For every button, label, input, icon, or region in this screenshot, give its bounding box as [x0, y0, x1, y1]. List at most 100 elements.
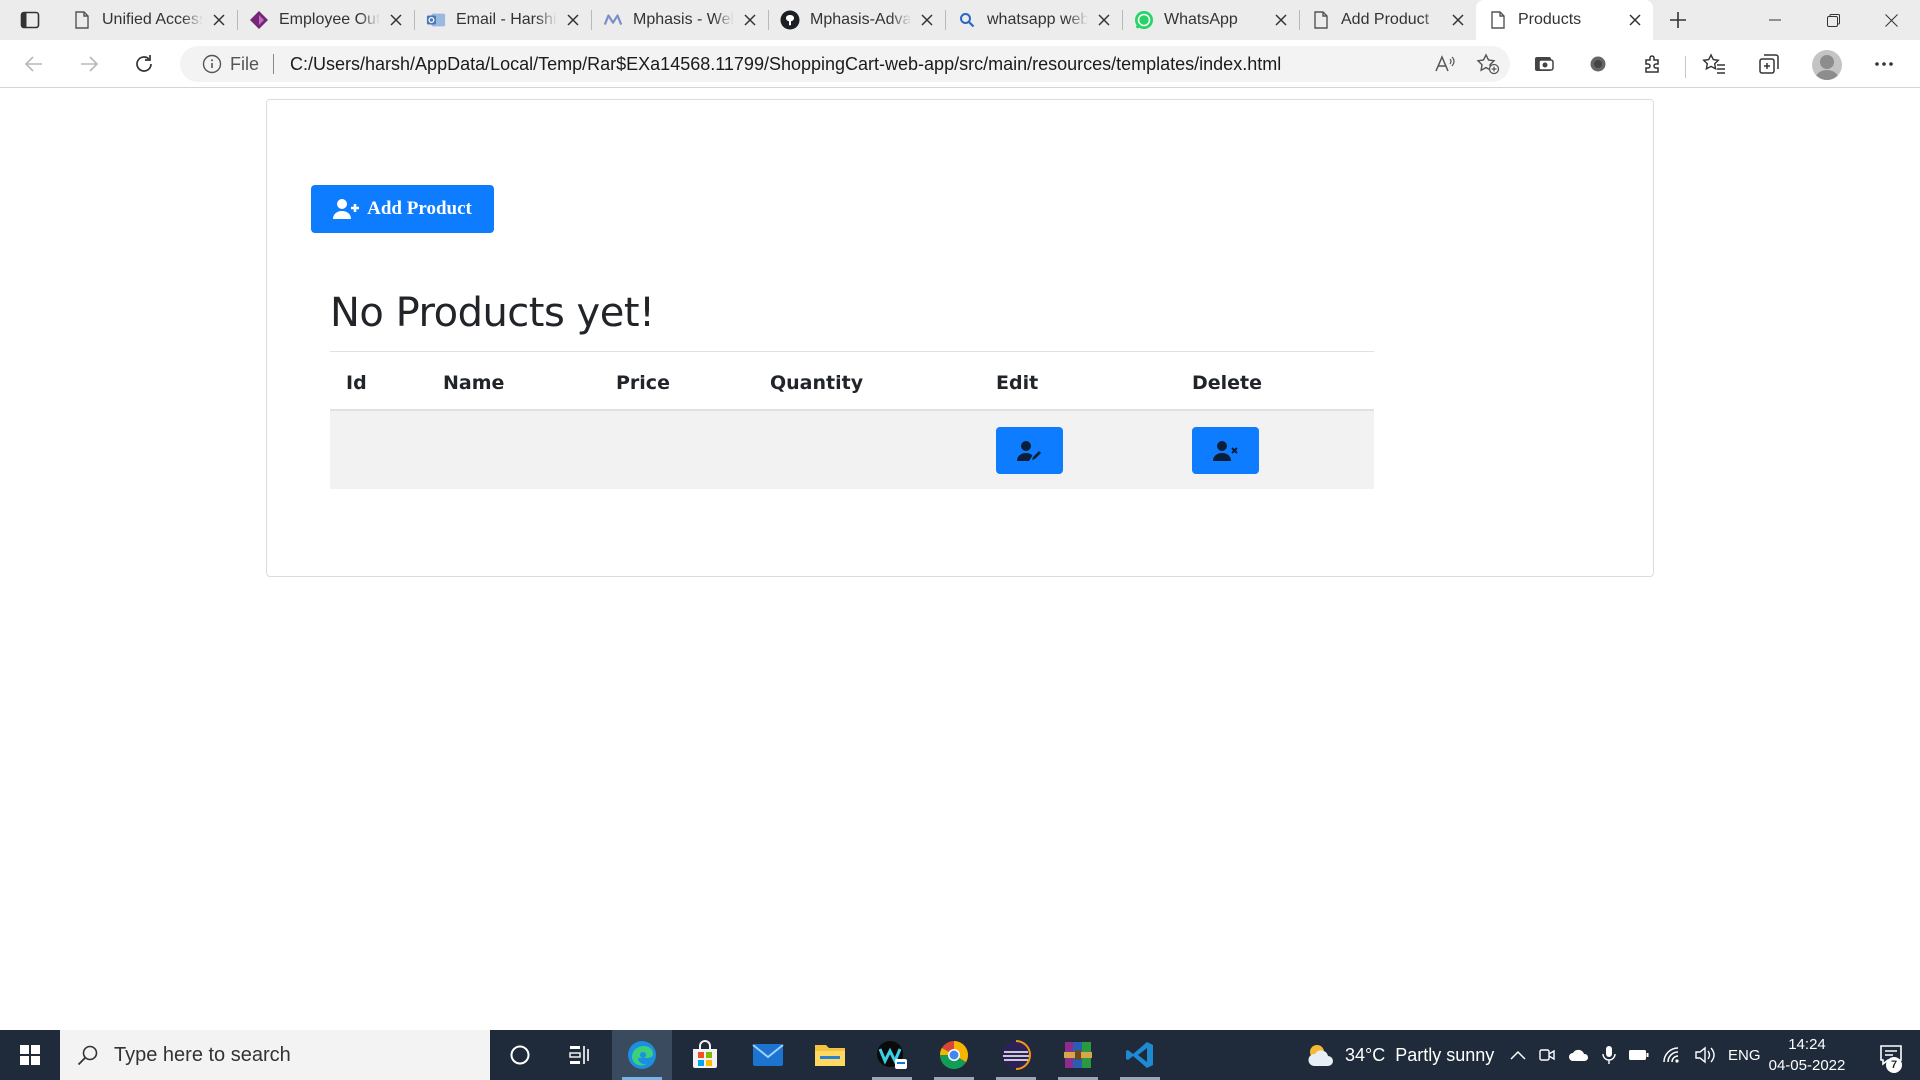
input-language[interactable]: ENG [1728, 1047, 1761, 1064]
profile-avatar[interactable] [1812, 50, 1842, 80]
table-header: Id Name Price Quantity Edit Delete [330, 351, 1374, 411]
add-product-button[interactable]: Add Product [311, 185, 494, 233]
close-icon[interactable] [386, 10, 406, 30]
task-view-icon [569, 1046, 589, 1064]
partly-sunny-icon [1308, 1045, 1333, 1066]
chevron-up-icon[interactable] [1510, 1050, 1526, 1060]
tab-add-product[interactable]: Add Product [1299, 0, 1476, 40]
user-delete-icon [1212, 440, 1238, 461]
microphone-icon[interactable] [1602, 1045, 1616, 1065]
column-header-name: Name [443, 372, 505, 394]
windows-logo-icon [20, 1045, 40, 1065]
address-url[interactable]: C:/Users/harsh/AppData/Local/Temp/Rar$EX… [290, 54, 1281, 75]
search-icon [957, 10, 977, 30]
tab-products[interactable]: Products [1476, 0, 1653, 40]
taskbar-winrar[interactable] [1048, 1030, 1108, 1080]
taskbar-webex[interactable] [862, 1030, 922, 1080]
forward-arrow-icon [81, 56, 99, 72]
taskbar-file-explorer[interactable] [800, 1030, 860, 1080]
read-aloud-icon[interactable] [1434, 54, 1456, 74]
close-icon[interactable] [209, 10, 229, 30]
info-icon[interactable] [202, 54, 222, 74]
start-button[interactable] [0, 1030, 60, 1080]
edit-button[interactable] [996, 427, 1063, 474]
tab-list: Unified Access Employee Out Email - Hars… [60, 0, 1653, 40]
plus-icon [1670, 12, 1686, 28]
taskbar-search-box[interactable]: Type here to search [60, 1030, 490, 1080]
close-icon[interactable] [740, 10, 760, 30]
tab-title: Mphasis-Adva [810, 11, 911, 28]
close-icon[interactable] [917, 10, 937, 30]
products-table: Id Name Price Quantity Edit Delete [330, 351, 1374, 489]
tab-github[interactable]: Mphasis-Adva [768, 0, 945, 40]
tab-whatsapp[interactable]: WhatsApp [1122, 0, 1299, 40]
tab-actions-button[interactable] [0, 0, 60, 40]
outlook-icon [426, 10, 446, 30]
tab-unified-access[interactable]: Unified Access [60, 0, 237, 40]
new-tab-button[interactable] [1653, 0, 1703, 40]
weather-widget[interactable]: 34°C Partly sunny [1305, 1030, 1494, 1080]
taskbar-vscode[interactable] [1110, 1030, 1170, 1080]
onedrive-cloud-icon[interactable] [1568, 1047, 1590, 1063]
volume-icon[interactable] [1694, 1046, 1716, 1064]
minimize-button[interactable] [1746, 0, 1804, 40]
column-header-edit: Edit [996, 372, 1039, 394]
tab-title: WhatsApp [1164, 11, 1238, 28]
tab-employee-out[interactable]: Employee Out [237, 0, 414, 40]
favorites-button[interactable] [1696, 46, 1732, 82]
extension-circle-button[interactable] [1580, 46, 1616, 82]
restore-button[interactable] [1804, 0, 1862, 40]
wifi-icon[interactable] [1662, 1046, 1682, 1064]
window-controls [1746, 0, 1920, 40]
taskbar-mail[interactable] [738, 1030, 798, 1080]
notification-count-badge: 7 [1886, 1057, 1902, 1073]
refresh-icon [136, 55, 152, 72]
settings-menu-button[interactable] [1866, 46, 1902, 82]
address-bar[interactable]: File C:/Users/harsh/AppData/Local/Temp/R… [180, 46, 1510, 82]
back-button[interactable] [16, 46, 52, 82]
close-icon[interactable] [1094, 10, 1114, 30]
cortana-button[interactable] [490, 1030, 550, 1080]
close-window-button[interactable] [1862, 0, 1920, 40]
add-favorite-icon[interactable] [1476, 53, 1500, 75]
system-clock[interactable]: 14:24 04-05-2022 [1762, 1034, 1852, 1076]
close-icon[interactable] [563, 10, 583, 30]
more-dots-icon [1875, 62, 1893, 66]
mphasis-icon [603, 10, 623, 30]
tab-actions-icon [20, 11, 40, 29]
taskbar-chrome[interactable] [924, 1030, 984, 1080]
column-header-delete: Delete [1192, 372, 1263, 394]
tab-title: Mphasis - Wel [633, 11, 734, 28]
system-tray: ENG [1510, 1030, 1761, 1080]
tab-mphasis-welcome[interactable]: Mphasis - Wel [591, 0, 768, 40]
restore-icon [1826, 13, 1840, 27]
products-card [266, 99, 1654, 577]
delete-button[interactable] [1192, 427, 1259, 474]
close-icon[interactable] [1271, 10, 1291, 30]
search-icon [77, 1045, 98, 1066]
forward-button[interactable] [71, 46, 107, 82]
weather-temperature: 34°C [1345, 1044, 1386, 1065]
tab-whatsapp-search[interactable]: whatsapp web [945, 0, 1122, 40]
tab-title: Email - Harshit [456, 11, 557, 28]
extensions-button[interactable] [1635, 46, 1671, 82]
collections-icon [1759, 54, 1779, 74]
taskbar-eclipse[interactable] [986, 1030, 1046, 1080]
tab-title: Add Product [1341, 11, 1430, 28]
toolbar-divider [1685, 56, 1686, 78]
tab-email[interactable]: Email - Harshit [414, 0, 591, 40]
taskbar-edge[interactable] [612, 1030, 672, 1080]
extension-wallet-button[interactable] [1526, 46, 1562, 82]
meet-now-icon[interactable] [1538, 1046, 1556, 1064]
taskbar-store[interactable] [675, 1030, 735, 1080]
close-icon[interactable] [1625, 10, 1645, 30]
refresh-button[interactable] [126, 46, 162, 82]
battery-icon[interactable] [1628, 1048, 1650, 1062]
edge-browser-icon [628, 1041, 656, 1069]
browser-toolbar: File C:/Users/harsh/AppData/Local/Temp/R… [0, 40, 1920, 88]
collections-button[interactable] [1751, 46, 1787, 82]
close-icon[interactable] [1448, 10, 1468, 30]
clock-time: 14:24 [1788, 1036, 1826, 1053]
task-view-button[interactable] [550, 1030, 610, 1080]
page-heading: No Products yet! [330, 290, 655, 336]
